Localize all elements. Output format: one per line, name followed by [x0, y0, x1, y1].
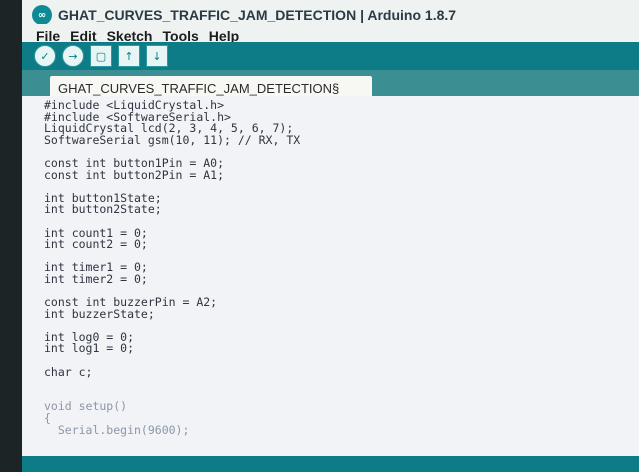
window-title: GHAT_CURVES_TRAFFIC_JAM_DETECTION | Ardu…: [58, 7, 457, 23]
verify-button[interactable]: ✓: [34, 45, 56, 67]
code-line: int count2 = 0;: [44, 237, 148, 252]
upload-button[interactable]: →: [62, 45, 84, 67]
toolbar: ✓ → ▢ ↑ ↓: [22, 42, 639, 70]
checkmark-icon: ✓: [40, 49, 50, 63]
code-line: int timer2 = 0;: [44, 271, 148, 286]
code-line: char c;: [44, 364, 93, 379]
arrow-right-icon: →: [68, 49, 78, 63]
arduino-ide-window: ∞ GHAT_CURVES_TRAFFIC_JAM_DETECTION | Ar…: [0, 0, 639, 472]
new-sketch-button[interactable]: ▢: [90, 45, 112, 67]
save-sketch-button[interactable]: ↓: [146, 45, 168, 67]
arrow-down-icon: ↓: [152, 49, 162, 63]
code-line: int buzzerState;: [44, 306, 155, 321]
code-line: const int button2Pin = A1;: [44, 167, 225, 182]
tab-label: GHAT_CURVES_TRAFFIC_JAM_DETECTION§: [58, 80, 340, 96]
code-line: SoftwareSerial gsm(10, 11); // RX, TX: [44, 132, 301, 147]
code-line: void setup(): [44, 399, 128, 414]
arrow-up-icon: ↑: [124, 49, 134, 63]
open-sketch-button[interactable]: ↑: [118, 45, 140, 67]
code-line: int button2State;: [44, 202, 162, 217]
status-bar: [22, 456, 639, 472]
new-file-icon: ▢: [95, 49, 107, 63]
code-editor[interactable]: #include <LiquidCrystal.h> #include <Soft…: [22, 96, 639, 456]
code-line: int log1 = 0;: [44, 341, 135, 356]
code-line: Serial.begin(9600);: [44, 422, 190, 437]
arduino-logo-icon: ∞: [32, 5, 52, 25]
